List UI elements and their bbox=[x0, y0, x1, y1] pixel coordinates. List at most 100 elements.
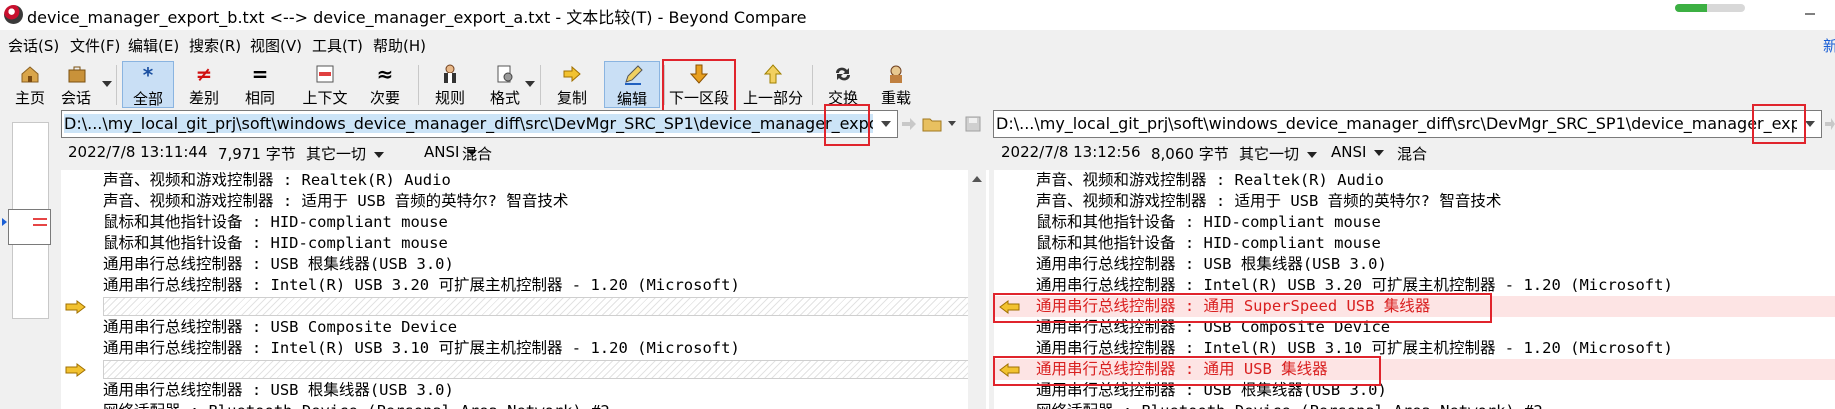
right-line[interactable]: 鼠标和其他指针设备 : HID-compliant mouse bbox=[1036, 233, 1381, 254]
approx-icon: ≈ bbox=[376, 62, 394, 86]
menu-session[interactable]: 会话(S) bbox=[8, 35, 59, 56]
right-encoding-dropdown[interactable]: ANSI bbox=[1331, 143, 1385, 161]
left-path-dropdown-icon[interactable] bbox=[881, 121, 891, 127]
left-line[interactable]: 声音、视频和游戏控制器 : Realtek(R) Audio bbox=[103, 170, 451, 191]
right-path-dropdown-icon[interactable] bbox=[1805, 121, 1815, 127]
left-line[interactable]: 声音、视频和游戏控制器 : 适用于 USB 音频的英特尔? 智音技术 bbox=[103, 191, 568, 212]
rules-button[interactable]: 规则 bbox=[424, 61, 476, 108]
left-save-icon[interactable] bbox=[964, 115, 982, 133]
left-path-field[interactable]: D:\...\my_local_git_prj\soft\windows_dev… bbox=[61, 110, 898, 138]
pencil-icon bbox=[625, 65, 643, 85]
right-line[interactable]: 声音、视频和游戏控制器 : Realtek(R) Audio bbox=[1036, 170, 1384, 191]
home-button[interactable]: 主页 bbox=[8, 61, 52, 108]
title-bar: device_manager_export_b.txt <--> device_… bbox=[0, 0, 1835, 30]
reload-icon bbox=[890, 65, 902, 83]
format-icon bbox=[497, 65, 513, 83]
menu-edit[interactable]: 编辑(E) bbox=[128, 35, 179, 56]
copy-right-arrow-icon[interactable] bbox=[65, 300, 87, 314]
progress-bar bbox=[1675, 4, 1745, 12]
not-equal-icon: ≠ bbox=[195, 62, 213, 86]
reload-button[interactable]: 重载 bbox=[872, 61, 920, 108]
right-nav-arrow-icon[interactable] bbox=[1823, 115, 1835, 133]
session-button[interactable]: 会话 bbox=[56, 61, 106, 108]
left-line[interactable]: 鼠标和其他指针设备 : HID-compliant mouse bbox=[103, 233, 448, 254]
right-other-dropdown-icon bbox=[1307, 151, 1318, 158]
right-line[interactable]: 声音、视频和游戏控制器 : 适用于 USB 音频的英特尔? 智音技术 bbox=[1036, 191, 1501, 212]
format-button[interactable]: 格式 bbox=[478, 61, 532, 108]
left-line[interactable]: 网络适配器 : Bluetooth Device (Personal Area … bbox=[103, 401, 610, 409]
equal-icon: = bbox=[251, 62, 269, 86]
left-line[interactable]: 鼠标和其他指针设备 : HID-compliant mouse bbox=[103, 212, 448, 233]
show-all-button[interactable]: * 全部 bbox=[122, 61, 174, 108]
swap-icon bbox=[836, 67, 850, 81]
thumbnail-position-icon bbox=[2, 218, 7, 226]
swap-button[interactable]: 交换 bbox=[818, 61, 868, 108]
format-dropdown-icon[interactable] bbox=[525, 81, 535, 87]
left-missing-line-placeholder bbox=[103, 297, 985, 316]
thumbnail-diff-mark bbox=[33, 218, 47, 220]
right-path-field[interactable]: D:\...\my_local_git_prj\soft\windows_dev… bbox=[993, 110, 1822, 138]
left-line[interactable]: 通用串行总线控制器 : USB Composite Device bbox=[103, 317, 457, 338]
left-other-dropdown-icon bbox=[374, 151, 385, 158]
briefcase-icon bbox=[68, 66, 86, 83]
show-diffs-button[interactable]: ≠ 差别 bbox=[178, 61, 230, 108]
left-line[interactable]: 通用串行总线控制器 : Intel(R) USB 3.20 可扩展主机控制器 -… bbox=[103, 275, 740, 296]
left-vertical-scrollbar[interactable] bbox=[968, 170, 986, 409]
left-path-text: D:\...\my_local_git_prj\soft\windows_dev… bbox=[64, 114, 873, 133]
highlight-box-right-filename bbox=[1752, 104, 1806, 144]
right-line[interactable]: 通用串行总线控制器 : USB 根集线器(USB 3.0) bbox=[1036, 254, 1387, 275]
left-line[interactable]: 通用串行总线控制器 : USB 根集线器(USB 3.0) bbox=[103, 254, 454, 275]
left-timestamp: 2022/7/8 13:11:44 bbox=[68, 143, 208, 161]
left-missing-line-placeholder bbox=[103, 360, 985, 379]
left-file-info: 2022/7/8 13:11:44 7,971 字节 其它一切 ANSI 混合 bbox=[68, 143, 968, 165]
left-folder-dropdown-icon[interactable] bbox=[948, 121, 956, 126]
highlight-box-next-section bbox=[662, 59, 736, 113]
left-nav-arrow-icon[interactable] bbox=[900, 115, 918, 133]
thumbnail-diff-mark bbox=[33, 224, 47, 226]
right-line-ending[interactable]: 混合 bbox=[1397, 143, 1427, 164]
context-button[interactable]: 上下文 bbox=[294, 61, 356, 108]
menu-help[interactable]: 帮助(H) bbox=[373, 35, 426, 56]
right-line[interactable]: 网络适配器 : Bluetooth Device (Personal Area … bbox=[1036, 401, 1543, 409]
context-icon bbox=[316, 65, 334, 83]
left-other-dropdown[interactable]: 其它一切 bbox=[306, 143, 385, 164]
toolbar: 主页 会话 * 全部 ≠ 差别 = 相同 上下文 ≈ 次要 规则 格式 复制 编… bbox=[0, 57, 1835, 113]
thumbnail-viewport[interactable] bbox=[8, 209, 51, 245]
right-other-dropdown[interactable]: 其它一切 bbox=[1239, 143, 1318, 164]
left-line[interactable]: 通用串行总线控制器 : USB 根集线器(USB 3.0) bbox=[103, 380, 454, 401]
referee-icon bbox=[444, 64, 456, 83]
highlight-box-left-filename bbox=[824, 104, 870, 146]
menu-view[interactable]: 视图(V) bbox=[250, 35, 302, 56]
left-text-pane[interactable]: 声音、视频和游戏控制器 : Realtek(R) Audio 声音、视频和游戏控… bbox=[61, 170, 989, 409]
copy-right-arrow-icon[interactable] bbox=[65, 363, 87, 377]
menu-tools[interactable]: 工具(T) bbox=[312, 35, 363, 56]
app-logo-icon bbox=[4, 5, 23, 24]
right-line[interactable]: 鼠标和其他指针设备 : HID-compliant mouse bbox=[1036, 212, 1381, 233]
menu-bar: 会话(S) 文件(F) 编辑(E) 搜索(R) 视图(V) 工具(T) 帮助(H… bbox=[0, 31, 1835, 57]
right-file-size: 8,060 字节 bbox=[1151, 145, 1229, 163]
show-same-button[interactable]: = 相同 bbox=[234, 61, 286, 108]
minimize-icon[interactable] bbox=[1795, 4, 1825, 24]
menu-new-link[interactable]: 新 bbox=[1823, 35, 1835, 56]
right-encoding-dropdown-icon bbox=[1374, 149, 1385, 156]
right-path-text: D:\...\my_local_git_prj\soft\windows_dev… bbox=[996, 114, 1797, 133]
prev-section-button[interactable]: 上一部分 bbox=[738, 61, 808, 108]
left-line[interactable]: 通用串行总线控制器 : Intel(R) USB 3.10 可扩展主机控制器 -… bbox=[103, 338, 740, 359]
right-file-info: 2022/7/8 13:12:56 8,060 字节 其它一切 ANSI 混合 bbox=[1001, 143, 1821, 165]
scroll-up-icon[interactable] bbox=[972, 176, 982, 182]
progress-bar-fill bbox=[1675, 4, 1707, 12]
copy-button[interactable]: 复制 bbox=[546, 61, 598, 108]
left-line-ending[interactable]: 混合 bbox=[462, 143, 492, 164]
menu-file[interactable]: 文件(F) bbox=[70, 35, 120, 56]
left-file-size: 7,971 字节 bbox=[218, 145, 296, 163]
menu-search[interactable]: 搜索(R) bbox=[189, 35, 241, 56]
highlight-box-diff-2 bbox=[993, 356, 1381, 386]
asterisk-icon: * bbox=[142, 63, 154, 87]
left-open-folder-icon[interactable] bbox=[922, 114, 944, 134]
right-timestamp: 2022/7/8 13:12:56 bbox=[1001, 143, 1141, 161]
edit-button[interactable]: 编辑 bbox=[604, 61, 660, 108]
highlight-box-diff-1 bbox=[993, 293, 1492, 323]
minor-button[interactable]: ≈ 次要 bbox=[360, 61, 410, 108]
window-title: device_manager_export_b.txt <--> device_… bbox=[27, 8, 807, 27]
session-dropdown-icon[interactable] bbox=[102, 81, 112, 87]
